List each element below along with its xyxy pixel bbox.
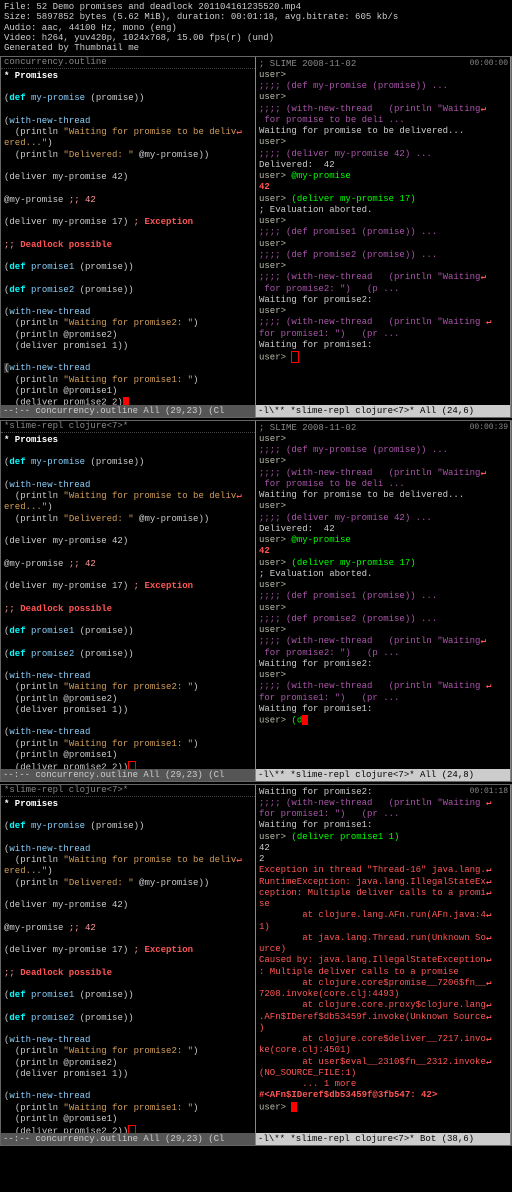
thumbnail-frame-1: concurrency.outline * Promises (def my-p…: [0, 56, 512, 418]
meta-file: File: 52 Demo promises and deadlock 2011…: [4, 2, 508, 12]
modeline-right: -l\** *slime-repl clojure<7>* All (24,8): [256, 769, 510, 781]
left-pane: concurrency.outline * Promises (def my-p…: [1, 57, 256, 417]
tab-repl[interactable]: *slime-repl clojure<7>*: [1, 785, 255, 797]
tab-outline[interactable]: concurrency.outline: [1, 57, 255, 69]
repl-buffer[interactable]: Waiting for promise2: ;;;; (with-new-thr…: [256, 785, 510, 1133]
source-buffer[interactable]: * Promises (def my-promise (promise)) (w…: [1, 797, 255, 1133]
cursor: [291, 1102, 297, 1112]
right-pane: ; SLIME 2008-11-02 user> ;;;; (def my-pr…: [256, 421, 511, 781]
section-heading: * Promises: [4, 71, 58, 81]
cursor: [128, 761, 136, 769]
tab-repl[interactable]: *slime-repl clojure<7>*: [1, 421, 255, 433]
modeline-left: --:-- concurrency.outline All (29,23) (C…: [1, 405, 255, 417]
modeline-right: -l\** *slime-repl clojure<7>* Bot (38,6): [256, 1133, 510, 1145]
left-pane: *slime-repl clojure<7>* * Promises (def …: [1, 785, 256, 1145]
modeline-left: --:-- concurrency.outline All (29,23) (C…: [1, 769, 255, 781]
timestamp: 00:00:39: [470, 423, 508, 433]
meta-generator: Generated by Thumbnail me: [4, 43, 508, 53]
slime-header: ; SLIME 2008-11-02: [259, 423, 356, 433]
timestamp: 00:00:00: [470, 59, 508, 69]
modeline-left: --:-- concurrency.outline All (29,23) (C…: [1, 1133, 255, 1145]
source-buffer[interactable]: * Promises (def my-promise (promise)) (w…: [1, 69, 255, 405]
file-metadata: File: 52 Demo promises and deadlock 2011…: [0, 0, 512, 56]
meta-video: Video: h264, yuv420p, 1024x768, 15.00 fp…: [4, 33, 508, 43]
cursor: [123, 397, 129, 405]
section-heading: * Promises: [4, 799, 58, 809]
right-pane: Waiting for promise2: ;;;; (with-new-thr…: [256, 785, 511, 1145]
thumbnail-frame-2: www.ct-ku.com *slime-repl clojure<7>* * …: [0, 420, 512, 782]
cursor: [302, 715, 308, 725]
thumbnail-frame-3: *slime-repl clojure<7>* * Promises (def …: [0, 784, 512, 1146]
source-buffer[interactable]: * Promises (def my-promise (promise)) (w…: [1, 433, 255, 769]
right-pane: ; SLIME 2008-11-02 user> ;;;; (def my-pr…: [256, 57, 511, 417]
repl-buffer[interactable]: ; SLIME 2008-11-02 user> ;;;; (def my-pr…: [256, 421, 510, 769]
section-heading: * Promises: [4, 435, 58, 445]
slime-header: ; SLIME 2008-11-02: [259, 59, 356, 69]
repl-buffer[interactable]: ; SLIME 2008-11-02 user> ;;;; (def my-pr…: [256, 57, 510, 405]
cursor: [291, 351, 299, 363]
cursor: [128, 1125, 136, 1133]
meta-audio: Audio: aac, 44100 Hz, mono (eng): [4, 23, 508, 33]
meta-size: Size: 5897852 bytes (5.62 MiB), duration…: [4, 12, 508, 22]
timestamp: 00:01:18: [470, 787, 508, 797]
left-pane: *slime-repl clojure<7>* * Promises (def …: [1, 421, 256, 781]
modeline-right: -l\** *slime-repl clojure<7>* All (24,6): [256, 405, 510, 417]
